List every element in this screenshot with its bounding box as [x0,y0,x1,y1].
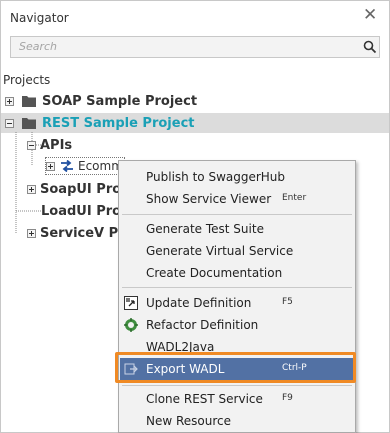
menu-separator [122,214,352,215]
tree-item-label: SoapUI Pro [40,181,122,197]
menu-item-label: Create Documentation [146,266,283,280]
menu-item-label: Show Service Viewer [146,192,272,206]
tree-item-apis[interactable]: APIs [27,135,72,155]
menu-item-shortcut: Enter [282,193,307,203]
menu-item-refactor-definition[interactable]: Refactor Definition [120,314,354,336]
expand-icon[interactable] [27,228,36,238]
menu-item-label: Generate Test Suite [146,222,264,236]
menu-item-label: Generate Virtual Service [146,244,294,258]
menu-item-shortcut: F5 [282,297,293,307]
collapse-icon[interactable] [27,140,36,150]
menu-item-publish-to-swaggerhub[interactable]: Publish to SwaggerHub [120,166,354,188]
tree-item-soapui-pro[interactable]: SoapUI Pro [27,179,121,199]
tree-item-api[interactable]: Ecomm [45,157,125,175]
tree-item-loadui-pro[interactable]: LoadUI Pro [41,201,121,221]
menu-item-label: Update Definition [146,296,252,310]
close-icon[interactable]: ✕ [363,7,377,24]
search-icon[interactable] [363,40,377,54]
menu-item-new-resource[interactable]: New Resource [120,410,354,432]
tree-item-label: LoadUI Pro [41,203,122,219]
tree-item-label: APIs [40,137,73,153]
menu-item-shortcut: F9 [282,393,293,403]
refactor-icon [124,318,138,332]
context-menu: Publish to SwaggerHub Show Service Viewe… [118,160,356,433]
callout-highlight [115,352,356,383]
menu-separator [122,385,352,386]
menu-item-generate-test-suite[interactable]: Generate Test Suite [120,218,354,240]
menu-separator [122,287,352,288]
menu-item-label: Publish to SwaggerHub [146,170,286,184]
expand-icon[interactable] [27,184,36,194]
tree-item-label: Ecomm [78,159,123,173]
menu-item-generate-virtual-service[interactable]: Generate Virtual Service [120,240,354,262]
expand-icon[interactable] [46,161,55,171]
rest-service-icon [61,160,73,172]
menu-item-label: Clone REST Service [146,392,263,406]
menu-item-label: Refactor Definition [146,318,259,332]
update-definition-icon [124,296,138,310]
menu-item-show-service-viewer[interactable]: Show Service Viewer Enter [120,188,354,210]
menu-item-update-definition[interactable]: Update Definition F5 [120,292,354,314]
menu-item-label: New Resource [146,414,232,428]
menu-item-create-documentation[interactable]: Create Documentation [120,262,354,284]
menu-item-clone-rest-service[interactable]: Clone REST Service F9 [120,388,354,410]
